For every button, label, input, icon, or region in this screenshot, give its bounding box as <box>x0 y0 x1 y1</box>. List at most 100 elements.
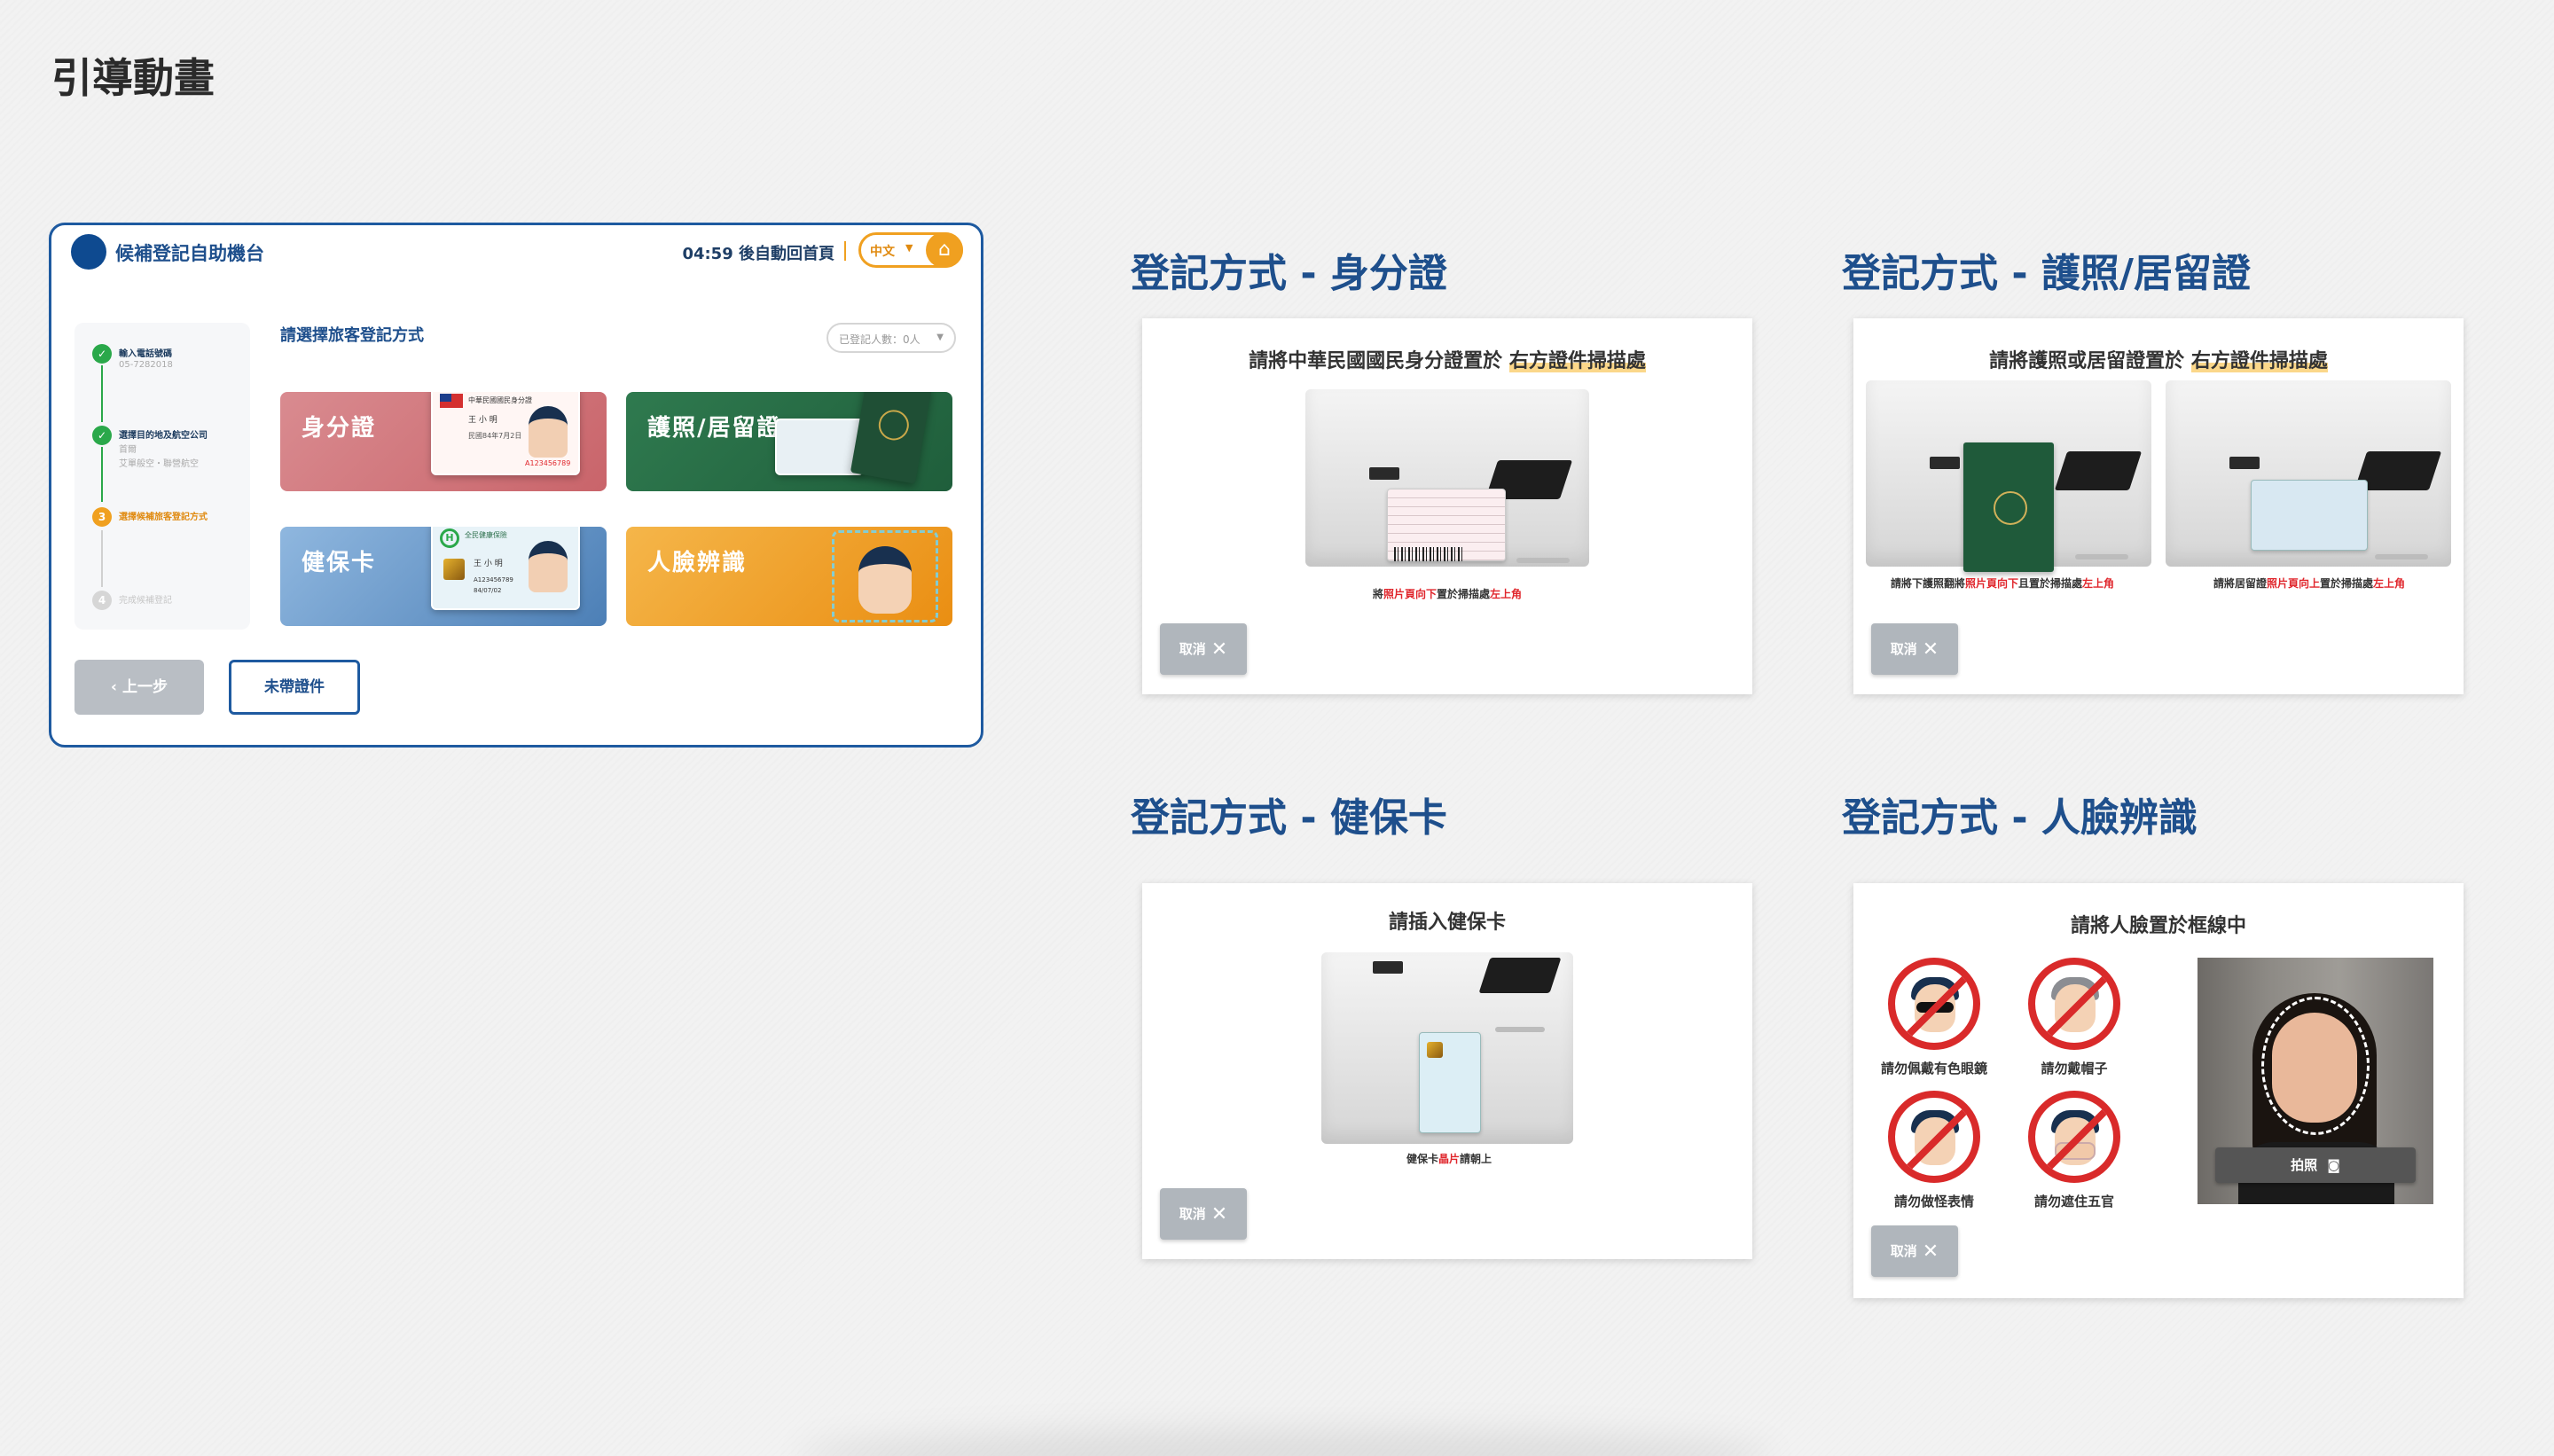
passport-guide-frame: 請將護照或居留證置於 右方證件掃描處 請將下護照翻將照片頁向下且置於掃描處左上角… <box>1853 318 2464 694</box>
kiosk-screen: 候補登記自助機台 04:59 後自動回首頁 中文 ▼ ⌂ ✓ 輸入電話號碼 05… <box>49 223 983 748</box>
cancel-button[interactable]: 取消 ✕ <box>1160 623 1247 675</box>
method-nhi-card[interactable]: 健保卡 H 全民健康保險 王 小 明 A123456789 84/07/02 <box>280 527 607 626</box>
guide-caption: 將照片頁向下置於掃描處左上角 <box>1373 586 1522 601</box>
auto-return-timer: 04:59 後自動回首頁 <box>682 245 834 263</box>
step-label: 輸入電話號碼 <box>119 349 172 359</box>
rule-label: 請勿做怪表情 <box>1893 1194 1974 1209</box>
caption-text: 請將居留證 <box>2213 577 2268 590</box>
back-button[interactable]: ‹ 上一步 <box>74 660 204 715</box>
guide-heading: 請將護照或居留證置於 右方證件掃描處 <box>1853 345 2464 373</box>
home-icon[interactable]: ⌂ <box>926 232 963 268</box>
kiosk-logo-mark <box>1369 467 1399 480</box>
no-sunglasses-icon <box>1888 958 1980 1050</box>
cancel-label: 取消 <box>1890 1243 1917 1259</box>
nhi-logo-icon: H <box>440 528 459 548</box>
language-label: 中文 <box>870 245 895 259</box>
portrait-icon <box>529 406 568 458</box>
cancel-button[interactable]: 取消 ✕ <box>1160 1188 1247 1240</box>
flag-icon <box>440 394 463 408</box>
guide-caption-passport: 請將下護照翻將照片頁向下且置於掃描處左上角 <box>1891 575 2114 591</box>
nhi-card-illustration: H 全民健康保險 王 小 明 A123456789 84/07/02 <box>431 527 580 610</box>
resident-card-on-scanner <box>2251 480 2368 551</box>
step-sub: 艾單般空・聯營航空 <box>119 459 199 469</box>
caption-highlight: 左上角 <box>2082 577 2115 590</box>
caption-highlight: 左上角 <box>2373 577 2406 590</box>
floor-shadow <box>798 1429 1774 1456</box>
guide-heading: 請插入健保卡 <box>1388 912 1506 934</box>
method-label: 護照/居留證 <box>647 415 782 442</box>
method-face[interactable]: 人臉辨識 <box>626 527 952 626</box>
close-icon: ✕ <box>1210 1202 1228 1225</box>
shoot-label: 拍照 <box>2291 1157 2318 1173</box>
scanner-machine <box>1866 380 2151 572</box>
step-number: 3 <box>92 507 112 527</box>
scanner-screen <box>1478 958 1562 993</box>
method-id-card[interactable]: 身分證 中華民國國民身分證 王 小 明 民國84年7月2日 A123456789 <box>280 392 607 491</box>
header-divider <box>844 241 846 261</box>
no-hat-icon <box>2028 958 2120 1050</box>
take-photo-button[interactable]: 拍照 ◙ <box>2215 1147 2416 1183</box>
face-illustration <box>858 546 912 614</box>
chip-icon <box>443 559 465 580</box>
step-sub: 05-7282018 <box>119 360 173 370</box>
method-passport[interactable]: 護照/居留證 <box>626 392 952 491</box>
portrait-icon <box>529 541 568 592</box>
kiosk-logo-mark <box>2229 457 2260 469</box>
guide-caption-arc: 請將居留證照片頁向上置於掃描處左上角 <box>2213 575 2405 591</box>
section-title-face: 登記方式 - 人臉辨識 <box>1842 795 2198 841</box>
method-prompt: 請選擇旅客登記方式 <box>280 326 424 345</box>
kiosk-logo-mark <box>1373 961 1403 974</box>
scanner-machine <box>1305 389 1589 567</box>
kiosk-title: 候補登記自助機台 <box>115 243 264 264</box>
heading-text: 請將中華民國國民身分證置於 <box>1249 350 1503 372</box>
section-title-nhi: 登記方式 - 健保卡 <box>1131 795 1447 841</box>
card-number: A123456789 <box>525 459 571 467</box>
id-guide-frame: 請將中華民國國民身分證置於 右方證件掃描處 將照片頁向下置於掃描處左上角 取消 ✕ <box>1142 318 1752 694</box>
camera-icon: ◙ <box>2327 1157 2340 1173</box>
caption-text: 請將下護照翻將 <box>1891 577 1966 590</box>
nhi-card-inserted <box>1419 1032 1481 1133</box>
method-label: 身分證 <box>302 415 377 442</box>
chip-icon <box>1427 1042 1443 1058</box>
scanner-machine <box>1321 952 1573 1144</box>
rule-no-sunglasses: 請勿佩戴有色眼鏡 <box>1868 958 2001 1077</box>
no-cover-face-icon <box>2028 1091 2120 1183</box>
step-label: 選擇候補旅客登記方式 <box>119 513 208 522</box>
step-label: 完成候補登記 <box>119 596 172 606</box>
cancel-label: 取消 <box>1179 1206 1206 1222</box>
card-number: A123456789 <box>474 576 513 583</box>
nhi-guide-frame: 請插入健保卡 健保卡晶片請朝上 取消 ✕ <box>1142 883 1752 1259</box>
passport-on-scanner <box>1963 442 2054 572</box>
cancel-button[interactable]: 取消 ✕ <box>1871 1225 1958 1277</box>
step-number: 4 <box>92 591 112 610</box>
passport-illustration <box>850 392 933 484</box>
no-document-button[interactable]: 未帶證件 <box>229 660 360 715</box>
heading-highlight: 右方證件掃描處 <box>2190 350 2328 372</box>
guide-heading: 請將中華民國國民身分證置於 右方證件掃描處 <box>1142 345 1752 373</box>
rule-no-hat: 請勿戴帽子 <box>2008 958 2141 1077</box>
card-name: 王 小 明 <box>468 416 497 425</box>
no-funny-face-icon <box>1888 1091 1980 1183</box>
step-sub: 首爾 <box>119 445 137 455</box>
method-label: 健保卡 <box>302 550 377 576</box>
progress-stepper: ✓ 輸入電話號碼 05-7282018 ✓ 選擇目的地及航空公司 首爾 艾單般空… <box>74 323 250 630</box>
caption-highlight: 照片頁向下 <box>1383 588 1438 600</box>
registered-count-select[interactable]: 已登記人數：0人 ▼ <box>827 323 956 353</box>
caption-text: 健保卡 <box>1406 1153 1439 1165</box>
rule-label: 請勿遮住五官 <box>2033 1194 2114 1209</box>
check-icon: ✓ <box>92 344 112 364</box>
step-connector <box>101 447 103 502</box>
card-name: 王 小 明 <box>474 560 503 568</box>
caption-highlight: 照片頁向下 <box>1965 577 2019 590</box>
close-icon: ✕ <box>1210 638 1228 661</box>
cancel-button[interactable]: 取消 ✕ <box>1871 623 1958 675</box>
language-select[interactable]: 中文 ▼ ⌂ <box>858 232 963 268</box>
step-connector <box>101 530 103 587</box>
section-title-passport: 登記方式 - 護照/居留證 <box>1842 251 2251 296</box>
card-slot <box>1495 1027 1545 1032</box>
scanner-machine <box>2166 380 2451 567</box>
barcode <box>1394 547 1465 561</box>
heading-highlight: 右方證件掃描處 <box>1508 350 1646 372</box>
kiosk-logo-mark <box>1930 457 1960 469</box>
card-slot <box>2075 554 2128 560</box>
